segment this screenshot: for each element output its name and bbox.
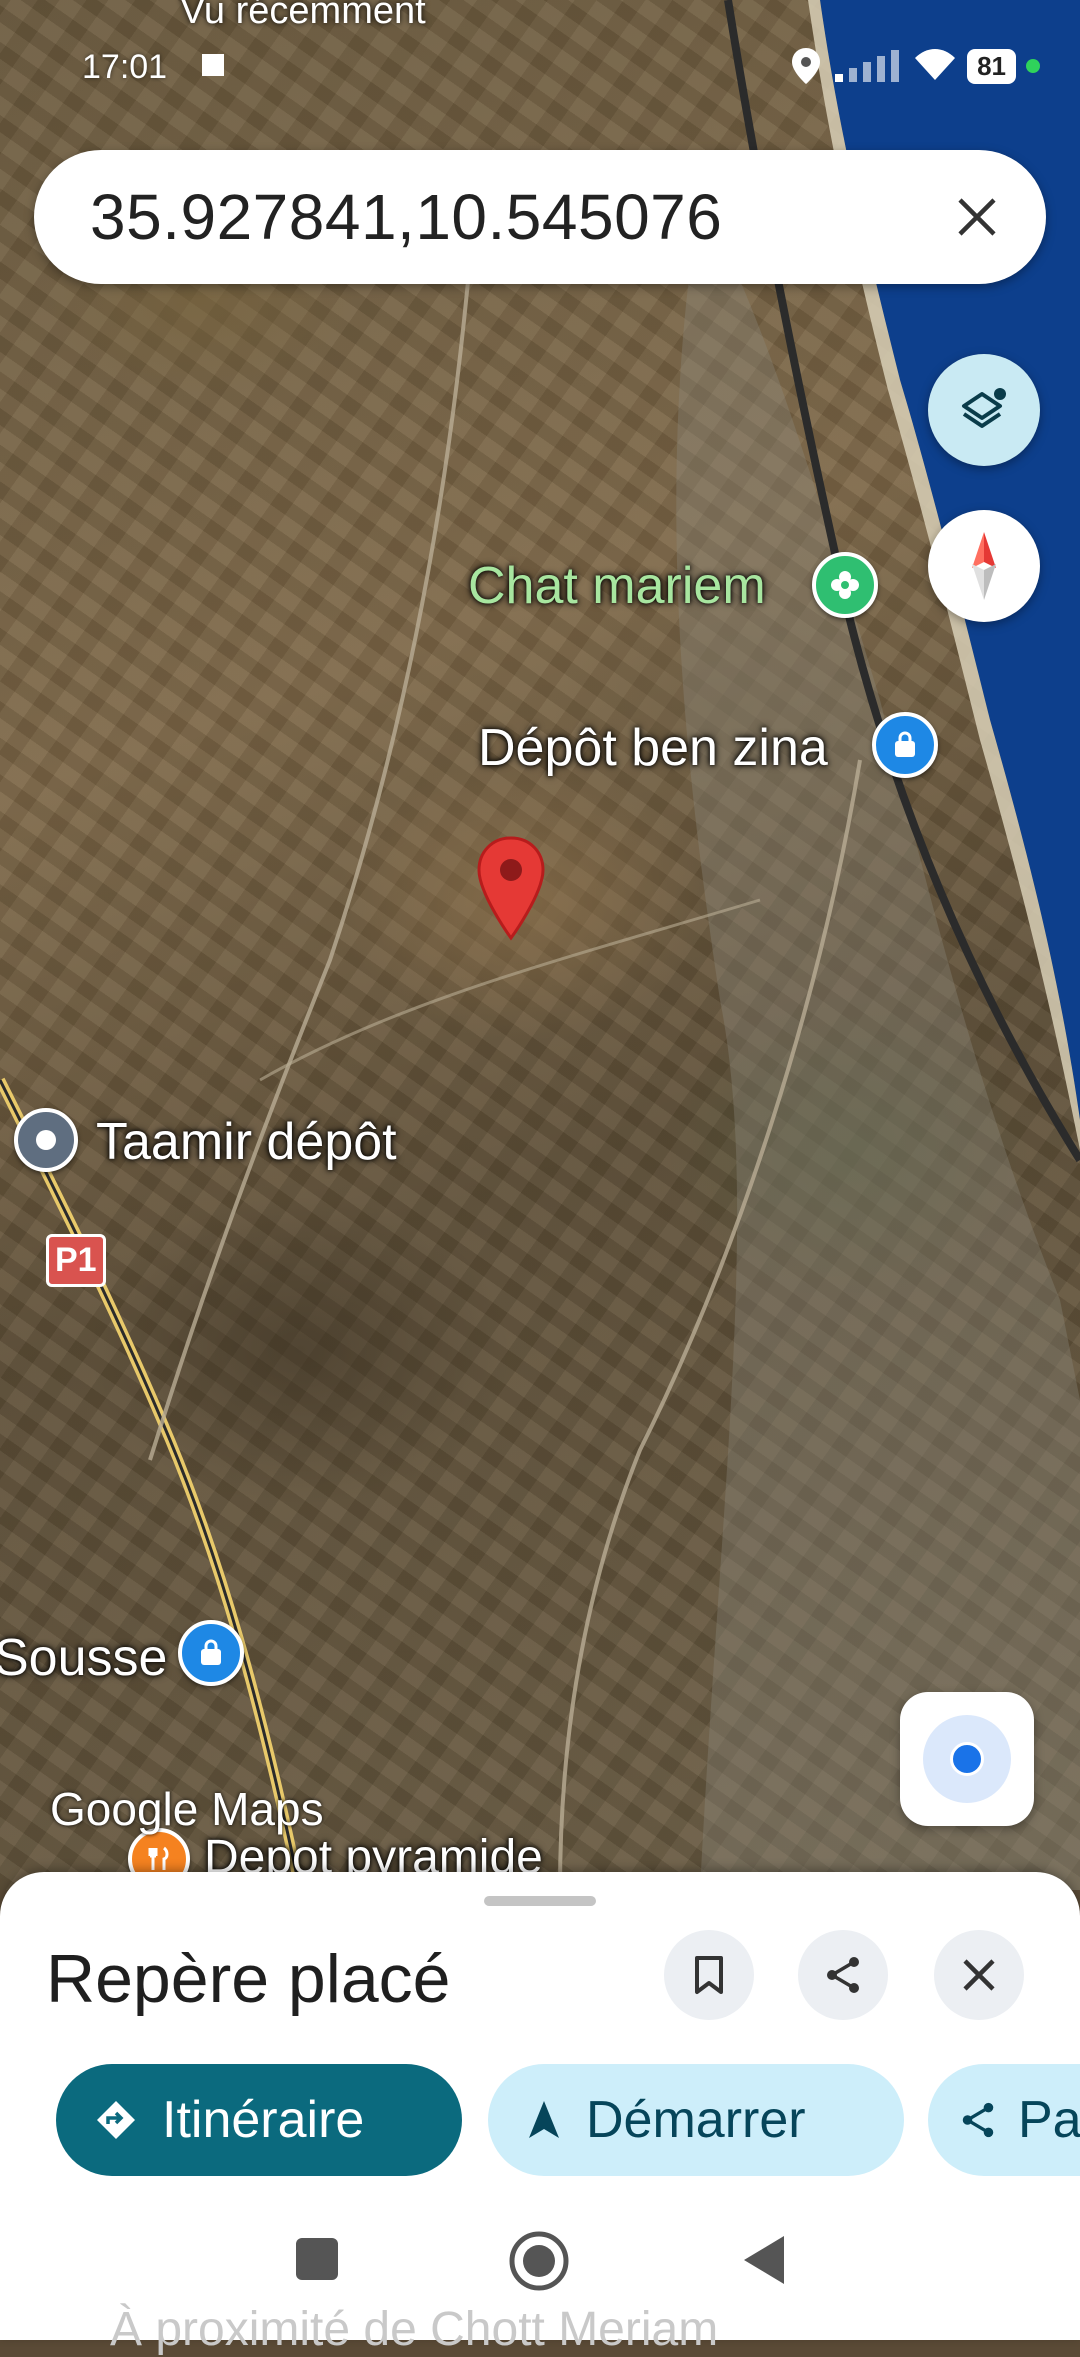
home-button[interactable] [508, 2230, 570, 2292]
google-maps-watermark: Google Maps [50, 1783, 324, 1835]
layers-button[interactable] [928, 354, 1040, 466]
share-icon [962, 2102, 994, 2138]
privacy-dot-icon [1026, 59, 1040, 73]
sheet-drag-handle[interactable] [484, 1896, 596, 1906]
park-icon[interactable] [812, 552, 878, 618]
wifi-icon [915, 49, 956, 80]
directions-button[interactable]: Itinéraire [56, 2064, 462, 2176]
share-chip-button[interactable]: Pa [928, 2064, 1080, 2176]
search-input[interactable]: 35.927841,10.545076 [90, 180, 722, 254]
sheet-title: Repère placé [46, 1941, 451, 2017]
highway-p1 [0, 1077, 305, 1890]
start-label: Démarrer [586, 2091, 806, 2149]
share-icon [827, 1957, 859, 1993]
my-location-icon [923, 1715, 1011, 1803]
recently-viewed-label: Vu récemment [180, 0, 426, 32]
my-location-button[interactable] [900, 1692, 1034, 1826]
system-nav-bar [0, 2220, 1080, 2300]
road-shield-p1: P1 [46, 1234, 106, 1287]
save-button[interactable] [664, 1930, 754, 2020]
place-bottom-sheet[interactable]: Repère placé Itinéraire Démarrer Pa À pr… [0, 1872, 1080, 2356]
share-button[interactable] [798, 1930, 888, 2020]
battery-icon: 81 [967, 48, 1016, 84]
share-chip-label: Pa [1018, 2091, 1080, 2149]
close-sheet-button[interactable] [934, 1930, 1024, 2020]
back-button[interactable] [740, 2234, 786, 2286]
place-label-chat-mariem[interactable]: Chat mariem [468, 556, 766, 616]
place-label-depot-ben-zina[interactable]: Dépôt ben zina [478, 718, 828, 778]
shopping-bag-icon[interactable] [178, 1620, 244, 1686]
compass-button[interactable] [928, 510, 1040, 622]
status-time: 17:01 [82, 48, 168, 86]
notification-icon [202, 54, 224, 76]
status-icons: 81 [789, 46, 1040, 86]
place-label-sousse[interactable]: Sousse [0, 1628, 167, 1688]
nearby-location-text: À proximité de Chott Meriam [110, 2303, 719, 2356]
shopping-bag-icon[interactable] [872, 712, 938, 778]
layers-icon [962, 388, 1006, 428]
close-icon [963, 1959, 995, 1991]
place-marker-icon[interactable] [14, 1108, 78, 1172]
signal-icon [835, 50, 900, 82]
compass-icon [972, 532, 996, 600]
bookmark-icon [695, 1956, 723, 1994]
action-chips: Itinéraire Démarrer Pa [0, 2064, 1080, 2176]
status-bar: 17:01 81 [0, 40, 1080, 90]
navigation-arrow-icon [529, 2101, 559, 2138]
directions-label: Itinéraire [162, 2091, 365, 2149]
directions-icon [97, 2101, 135, 2139]
search-bar[interactable]: 35.927841,10.545076 [34, 150, 1046, 284]
close-icon [958, 198, 996, 236]
start-navigation-button[interactable]: Démarrer [488, 2064, 904, 2176]
location-icon [792, 48, 821, 84]
recents-button[interactable] [296, 2238, 338, 2280]
clear-search-button[interactable] [942, 182, 1012, 252]
place-label-taamir-depot[interactable]: Taamir dépôt [96, 1112, 397, 1172]
dropped-pin-icon[interactable] [474, 834, 548, 944]
